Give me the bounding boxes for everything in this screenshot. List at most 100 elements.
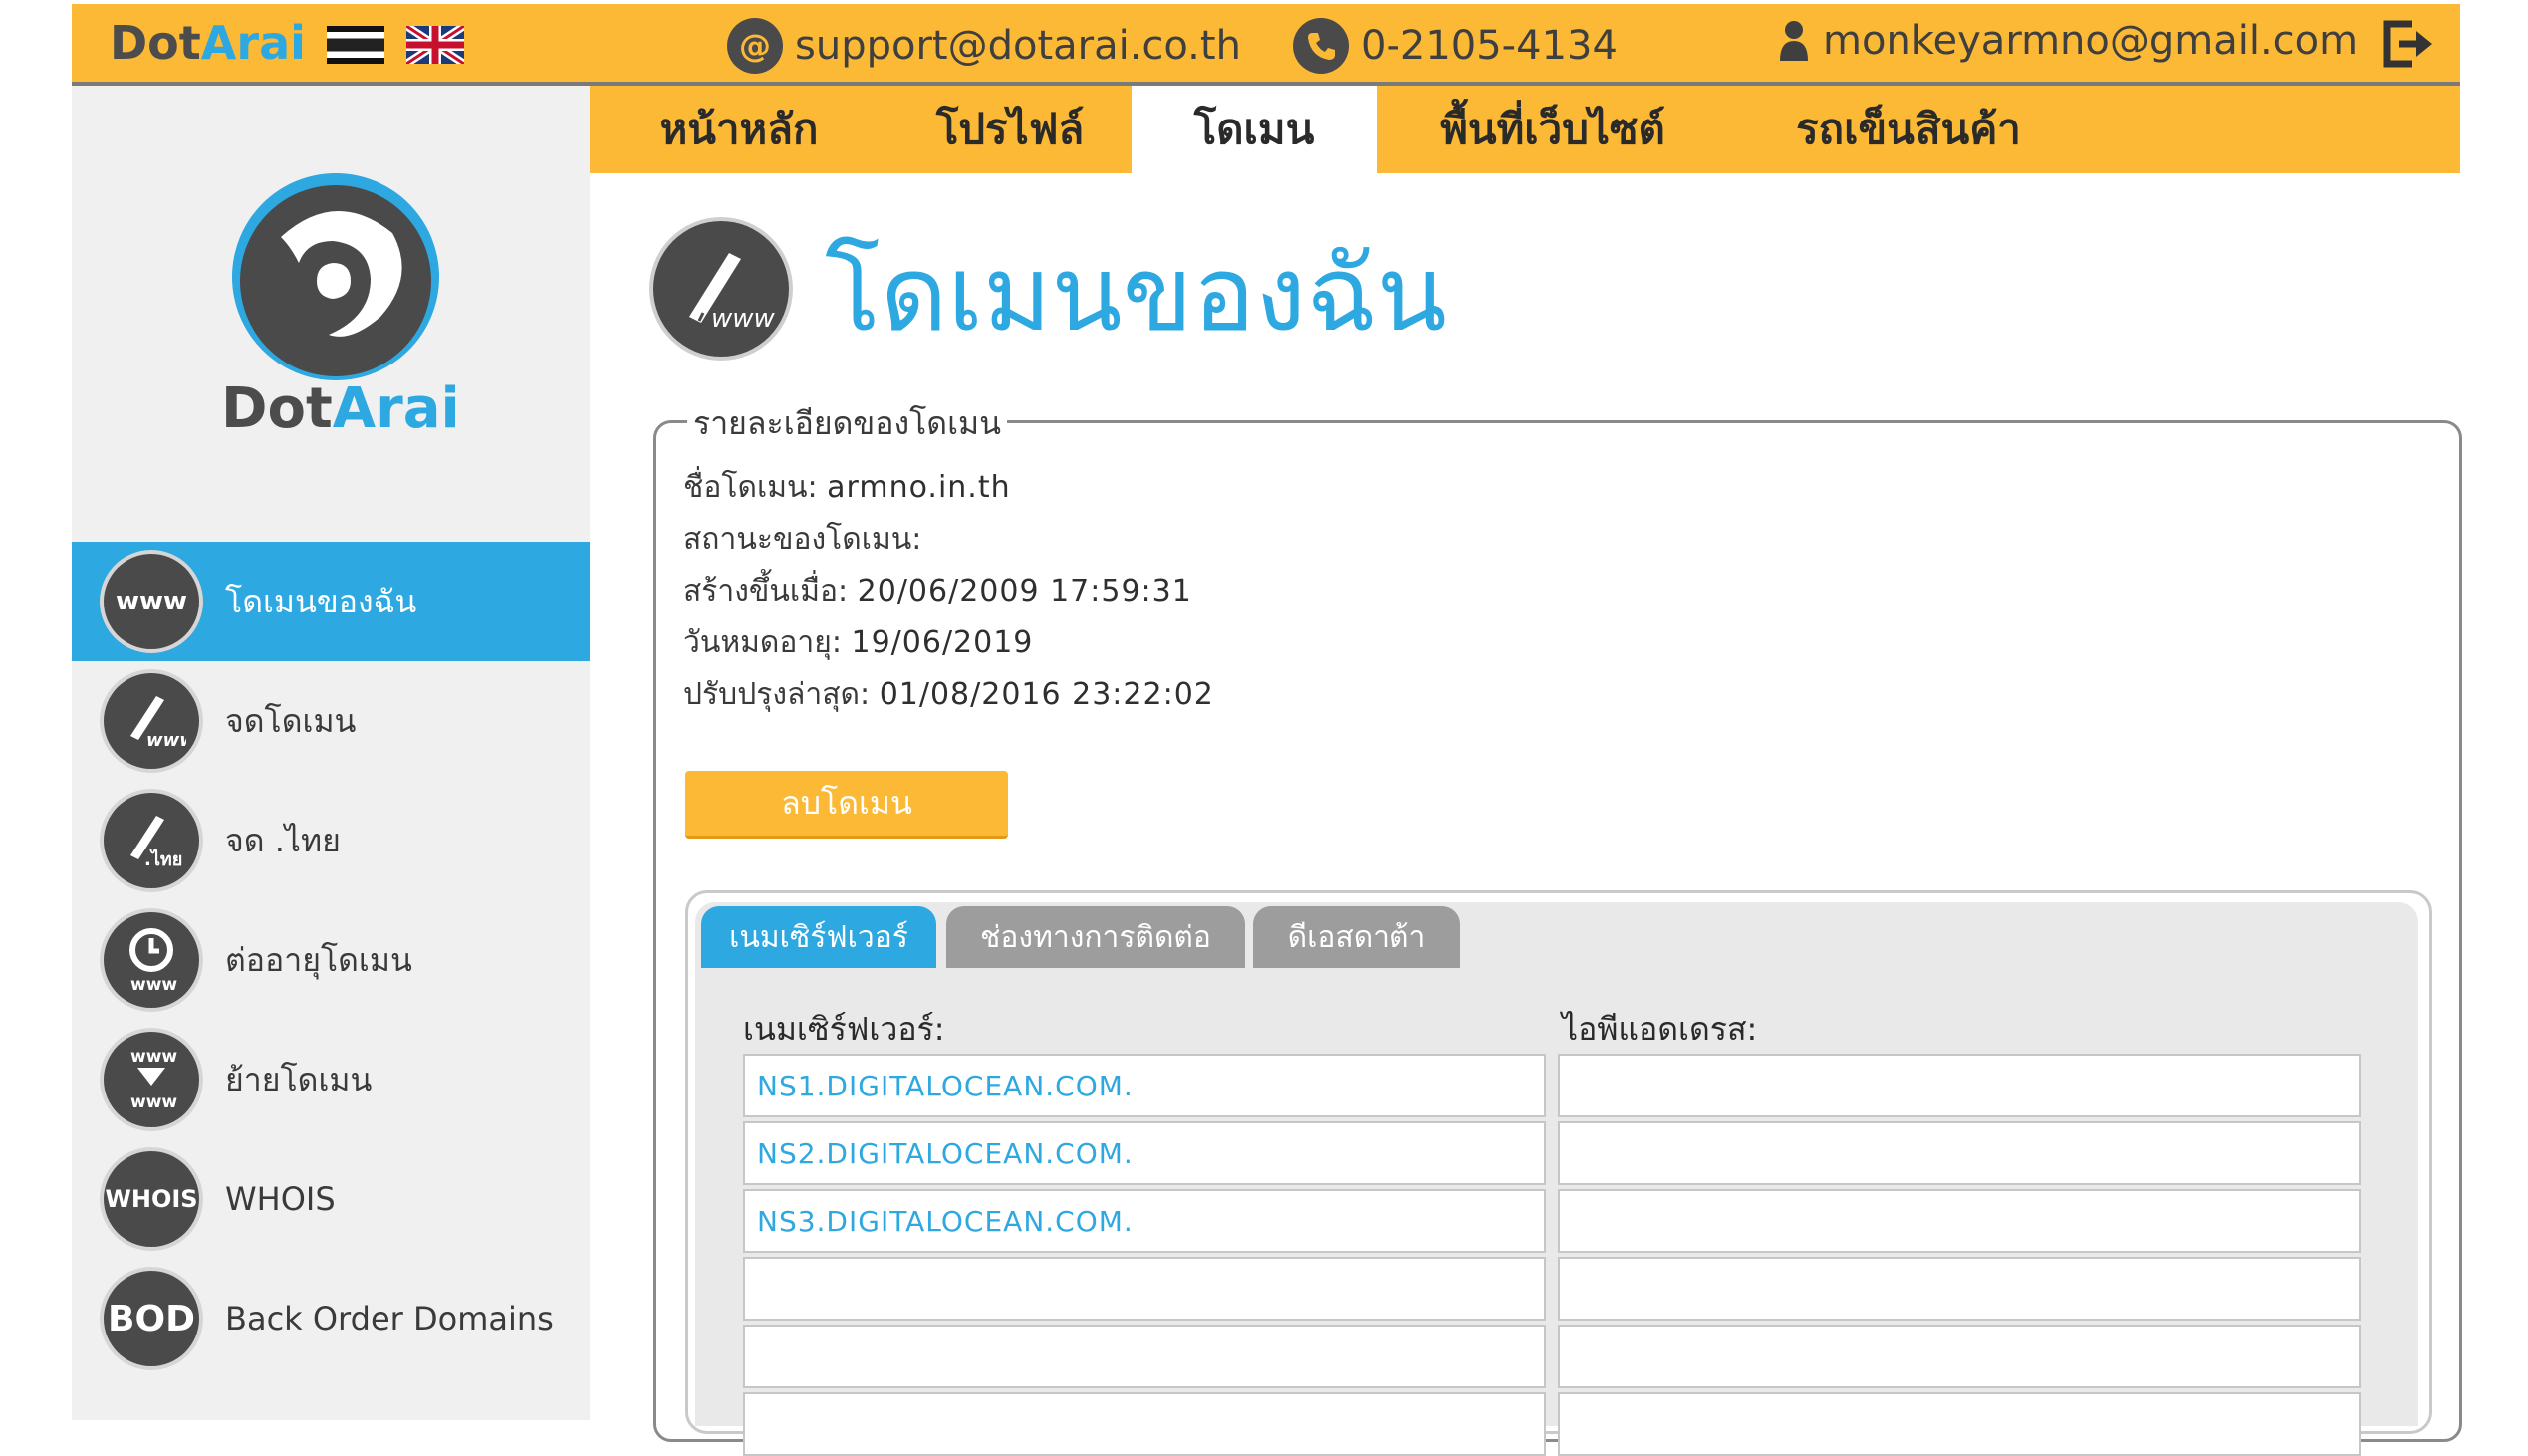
bod-icon-text: BOD: [108, 1298, 195, 1339]
dotarai-logo[interactable]: DotArai: [221, 167, 460, 466]
ip-address-input[interactable]: [1558, 1257, 2361, 1321]
column-header-ip: ไอพีแอดเดรส:: [1562, 1010, 1758, 1048]
brand-name-dark: Dot: [110, 16, 201, 70]
ip-address-input[interactable]: [1558, 1189, 2361, 1253]
sidebar-item-label: โดเมนของฉัน: [225, 582, 417, 620]
pen-thai-icon: .ไทย: [104, 793, 199, 888]
column-header-nameserver: เนมเซิร์ฟเวอร์:: [743, 1010, 945, 1048]
nameserver-input[interactable]: [743, 1257, 1546, 1321]
uk-flag-icon[interactable]: [406, 26, 464, 64]
user-account[interactable]: monkeyarmno@gmail.com: [1777, 18, 2358, 64]
thai-flag-icon[interactable]: [327, 26, 384, 64]
pen-www-text: www: [146, 730, 186, 751]
detail-label: สร้างขึ้นเมื่อ:: [683, 574, 849, 608]
ip-address-input[interactable]: [1558, 1325, 2361, 1388]
tab-ds-data[interactable]: ดีเอสดาต้า: [1253, 906, 1460, 968]
sidebar-item-label: จดโดเมน: [225, 701, 357, 740]
transfer-www-icon: www www: [104, 1032, 199, 1127]
detail-label: วันหมดอายุ:: [683, 625, 842, 660]
sidebar: DotArai www โดเมนของฉัน www จดโดเมน .ไทย…: [72, 86, 590, 1420]
sidebar-item-whois[interactable]: WHOIS WHOIS: [72, 1139, 590, 1259]
domain-page-icon: www: [653, 221, 789, 357]
user-icon: [1780, 21, 1808, 61]
sidebar-item-renew-domain[interactable]: www ต่ออายุโดเมน: [72, 900, 590, 1020]
nameserver-input[interactable]: [743, 1325, 1546, 1388]
page-pen-www-text: www: [711, 304, 776, 334]
nav-item-profile[interactable]: โปรไฟล์: [888, 86, 1132, 173]
support-email-text: support@dotarai.co.th: [795, 23, 1241, 69]
dotarai-logo-text: DotArai: [221, 376, 460, 441]
ip-address-input[interactable]: [1558, 1054, 2361, 1117]
detail-expires: วันหมดอายุ: 19/06/2019: [683, 619, 1033, 666]
detail-value: 01/08/2016 23:22:02: [879, 677, 1214, 712]
support-phone[interactable]: 0-2105-4134: [1293, 18, 1618, 74]
www-icon-text: www: [115, 587, 188, 616]
ip-address-input[interactable]: [1558, 1392, 2361, 1456]
support-email[interactable]: @ support@dotarai.co.th: [727, 18, 1241, 74]
nav-item-domain[interactable]: โดเมน: [1132, 86, 1377, 173]
logout-icon[interactable]: [2381, 18, 2440, 70]
sidebar-item-label: ต่ออายุโดเมน: [225, 940, 412, 979]
pen-www-icon: www: [104, 673, 199, 769]
page-pen-graphic: www: [689, 253, 776, 334]
nav-item-home[interactable]: หน้าหลัก: [590, 86, 888, 173]
phone-icon-graphic: [1308, 33, 1335, 60]
sidebar-menu: www โดเมนของฉัน www จดโดเมน .ไทย จด .ไทย…: [72, 542, 590, 1378]
main-nav: หน้าหลัก โปรไฟล์ โดเมน พื้นที่เว็บไซต์ ร…: [590, 86, 2460, 173]
pen-graphic: www: [130, 696, 186, 751]
clock-www-icon: www: [104, 912, 199, 1008]
user-email-text: monkeyarmno@gmail.com: [1823, 18, 2359, 64]
clock-graphic: www: [129, 928, 177, 995]
transfer-graphic: www www: [130, 1047, 177, 1112]
top-bar: DotArai @ support@dotarai.co.th 0-2105-4…: [72, 4, 2460, 82]
www-icon: www: [104, 554, 199, 649]
logo-name-blue: Arai: [332, 376, 460, 441]
sidebar-item-register-thai[interactable]: .ไทย จด .ไทย: [72, 781, 590, 900]
detail-value: armno.in.th: [827, 470, 1011, 505]
sidebar-item-back-order[interactable]: BOD Back Order Domains: [72, 1259, 590, 1378]
bod-icon: BOD: [104, 1271, 199, 1366]
sidebar-item-label: WHOIS: [225, 1180, 336, 1218]
detail-value: 19/06/2019: [851, 625, 1034, 660]
logo-name-dark: Dot: [221, 376, 333, 441]
uk-flag-graphic: [406, 26, 464, 64]
sidebar-item-register-domain[interactable]: www จดโดเมน: [72, 661, 590, 781]
ip-address-input[interactable]: [1558, 1121, 2361, 1185]
nav-item-cart[interactable]: รถเข็นสินค้า: [1729, 86, 2088, 173]
detail-label: ปรับปรุงล่าสุด:: [683, 677, 871, 712]
pen-thai-graphic: .ไทย: [130, 816, 182, 870]
brand-name-blue: Arai: [200, 16, 306, 70]
at-sign-icon: @: [727, 18, 783, 74]
sidebar-item-label: ย้ายโดเมน: [225, 1060, 373, 1098]
domain-details-legend: รายละเอียดของโดเมน: [687, 398, 1007, 449]
whois-icon: WHOIS: [104, 1151, 199, 1247]
sidebar-item-label: จด .ไทย: [225, 821, 341, 859]
support-phone-text: 0-2105-4134: [1361, 23, 1618, 69]
whois-icon-text: WHOIS: [105, 1185, 198, 1213]
clock-www-text: www: [130, 975, 177, 995]
detail-domain-name: ชื่อโดเมน: armno.in.th: [683, 464, 1011, 511]
nav-item-web-hosting[interactable]: พื้นที่เว็บไซต์: [1377, 86, 1729, 173]
dotarai-logo-mark: [232, 173, 439, 380]
pen-thai-text: .ไทย: [144, 849, 182, 870]
nameserver-input[interactable]: NS2.DIGITALOCEAN.COM.: [743, 1121, 1546, 1185]
sidebar-item-my-domains[interactable]: www โดเมนของฉัน: [72, 542, 590, 661]
nameserver-input[interactable]: NS1.DIGITALOCEAN.COM.: [743, 1054, 1546, 1117]
transfer-www-top: www: [130, 1047, 177, 1067]
sidebar-item-label: Back Order Domains: [225, 1300, 554, 1337]
detail-updated: ปรับปรุงล่าสุด: 01/08/2016 23:22:02: [683, 671, 1214, 718]
brand-logo-small[interactable]: DotArai: [110, 16, 306, 70]
detail-status: สถานะของโดเมน:: [683, 516, 921, 563]
page-title: โดเมนของฉัน: [825, 233, 1447, 355]
sidebar-item-transfer-domain[interactable]: www www ย้ายโดเมน: [72, 1020, 590, 1139]
detail-value: 20/06/2009 17:59:31: [857, 574, 1192, 608]
tab-nameservers[interactable]: เนมเซิร์ฟเวอร์: [701, 906, 936, 968]
delete-domain-button[interactable]: ลบโดเมน: [685, 771, 1008, 839]
nameserver-input[interactable]: [743, 1392, 1546, 1456]
detail-created: สร้างขึ้นเมื่อ: 20/06/2009 17:59:31: [683, 568, 1192, 614]
detail-label: สถานะของโดเมน:: [683, 522, 922, 557]
tab-contacts[interactable]: ช่องทางการติดต่อ: [946, 906, 1245, 968]
transfer-www-bottom: www: [130, 1092, 177, 1112]
nameserver-input[interactable]: NS3.DIGITALOCEAN.COM.: [743, 1189, 1546, 1253]
detail-label: ชื่อโดเมน:: [683, 470, 818, 505]
